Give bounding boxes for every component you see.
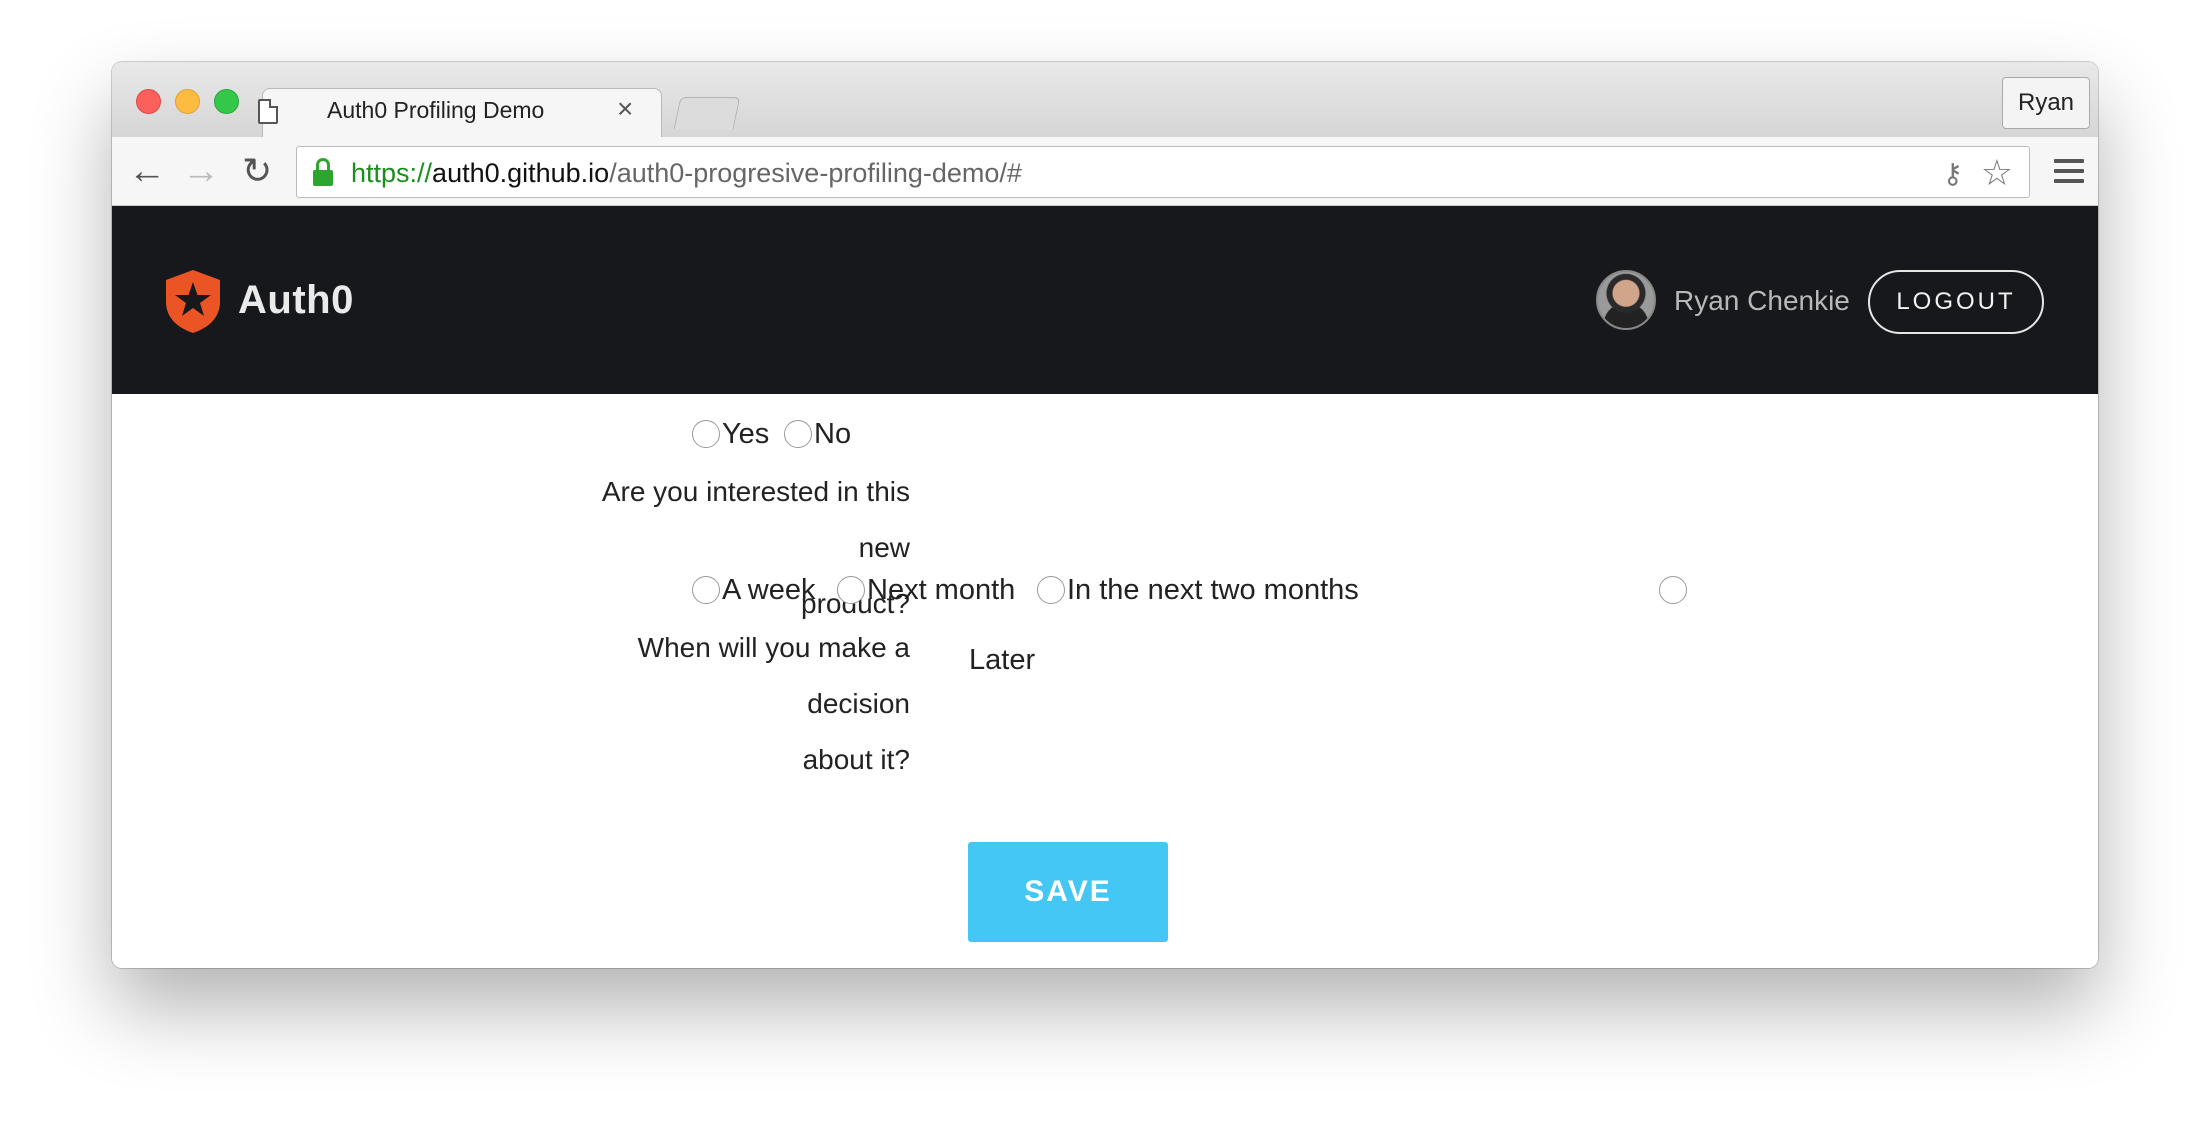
radio-later[interactable] [1659, 570, 1689, 610]
logo-text[interactable]: Auth0 [238, 278, 354, 323]
forward-arrow-icon[interactable]: → [182, 147, 220, 195]
radio-button[interactable] [837, 576, 865, 604]
save-button[interactable]: SAVE [968, 842, 1168, 942]
url-path: /auth0-progresive-profiling-demo/# [609, 158, 1022, 188]
lock-icon-body [313, 170, 333, 186]
title-bar: Auth0 Profiling Demo × Ryan [112, 62, 2098, 138]
back-arrow-icon[interactable]: ← [128, 147, 166, 195]
url-host: auth0.github.io [432, 158, 610, 188]
radio-later-label[interactable]: Later [969, 640, 1035, 680]
url-text[interactable]: https://auth0.github.io/auth0-progresive… [351, 158, 1022, 189]
question-decision-label: When will you make a decision about it? [637, 632, 910, 775]
key-icon[interactable]: ⚷ [1942, 157, 1963, 190]
zoom-window-button[interactable] [214, 89, 239, 114]
tab-close-icon[interactable]: × [617, 93, 633, 125]
app-header: Auth0 Ryan Chenkie LOGOUT [112, 206, 2098, 394]
radio-next-month[interactable]: Next month [837, 570, 1015, 610]
minimize-window-button[interactable] [175, 89, 200, 114]
radio-no[interactable]: No [784, 414, 851, 454]
user-name: Ryan Chenkie [1674, 285, 1850, 316]
tab-title: Auth0 Profiling Demo [327, 97, 545, 123]
browser-window: Auth0 Profiling Demo × Ryan ← → ↻ https:… [112, 62, 2098, 968]
avatar [1596, 270, 1656, 330]
url-scheme: https:// [351, 158, 433, 188]
close-window-button[interactable] [136, 89, 161, 114]
radio-yes[interactable]: Yes [692, 414, 769, 454]
radio-button[interactable] [692, 576, 720, 604]
radio-button[interactable] [1659, 576, 1687, 604]
reload-icon[interactable]: ↻ [242, 147, 272, 195]
menu-icon[interactable] [2054, 159, 2084, 185]
profile-form: Are you interested in this new product? … [112, 394, 2098, 968]
radio-button[interactable] [1037, 576, 1065, 604]
new-tab-button[interactable] [673, 97, 741, 129]
address-bar[interactable]: https://auth0.github.io/auth0-progresive… [296, 146, 2030, 198]
radio-next-two-months[interactable]: In the next two months [1037, 570, 1359, 610]
radio-a-week[interactable]: A week [692, 570, 816, 610]
star-icon[interactable]: ☆ [1981, 152, 2013, 194]
page-icon [258, 99, 278, 124]
logout-button[interactable]: LOGOUT [1868, 270, 2044, 334]
profile-button[interactable]: Ryan [2002, 77, 2090, 129]
auth0-logo-icon[interactable] [162, 268, 224, 334]
radio-button[interactable] [784, 420, 812, 448]
radio-button[interactable] [692, 420, 720, 448]
browser-toolbar: ← → ↻ https://auth0.github.io/auth0-prog… [112, 137, 2098, 206]
